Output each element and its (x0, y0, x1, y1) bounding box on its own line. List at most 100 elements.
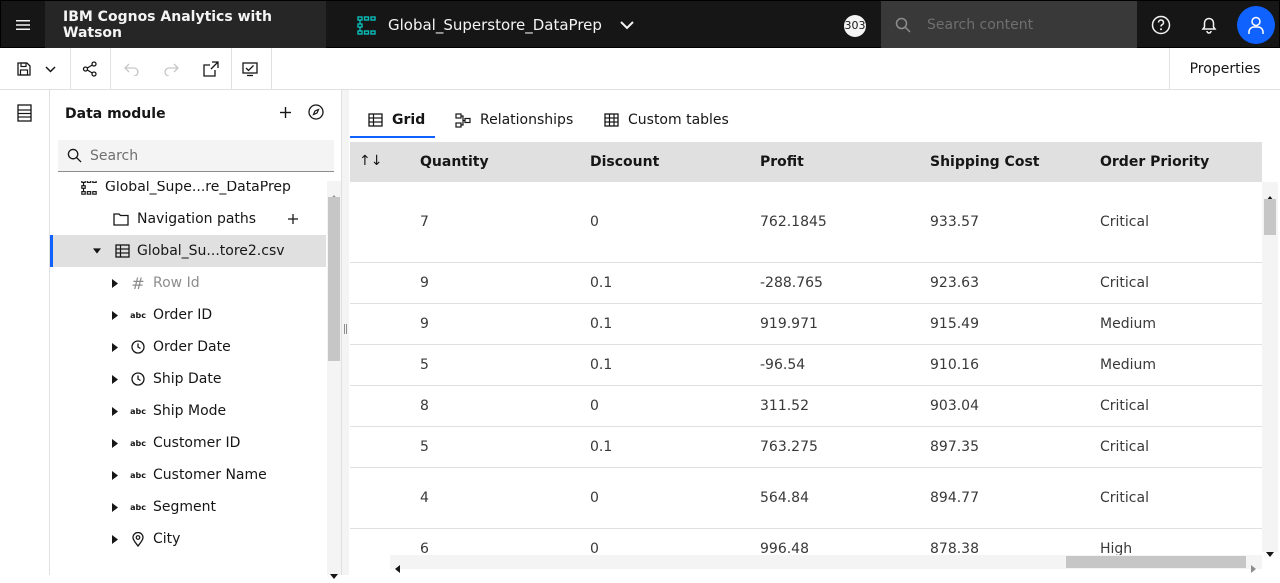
table-cell: Critical (1100, 490, 1149, 506)
tree-item-column[interactable]: abc Order ID (50, 299, 326, 331)
notification-count-badge[interactable]: 303 (844, 15, 866, 37)
caret-right-icon[interactable] (112, 342, 120, 352)
tree-item-navigation-paths[interactable]: Navigation paths (50, 203, 326, 235)
tab-custom-tables[interactable]: Custom tables (604, 102, 729, 138)
tree-item-label: Customer Name (153, 467, 267, 483)
redo-icon[interactable] (159, 48, 183, 90)
dataset-switcher[interactable]: Global_Superstore_DataPrep (357, 1, 634, 49)
panel-search-input[interactable] (90, 147, 310, 164)
table-cell: 903.04 (930, 398, 979, 414)
table-row[interactable]: 9 0.1 -288.765 923.63 Critical (350, 263, 1262, 304)
caret-right-icon[interactable] (112, 502, 120, 512)
table-cell: 311.52 (760, 398, 809, 414)
table-row[interactable]: 5 0.1 -96.54 910.16 Medium (350, 345, 1262, 386)
caret-right-icon[interactable] (112, 374, 120, 384)
grid-vertical-scrollbar[interactable] (1262, 182, 1278, 557)
grid-icon (368, 113, 383, 127)
table-row[interactable]: 6 0 996.48 878.38 High (350, 529, 1262, 555)
caret-right-icon[interactable] (112, 534, 120, 544)
tree-item-module[interactable]: Global_Supe...re_DataPrep (50, 181, 326, 203)
table-cell: 919.971 (760, 316, 818, 332)
caret-right-icon[interactable] (112, 406, 120, 416)
caret-right-icon[interactable] (112, 438, 120, 448)
chevron-down-icon[interactable] (620, 20, 634, 30)
tree-item-label: Order Date (153, 339, 231, 355)
location-icon (129, 530, 147, 548)
table-cell: 0.1 (590, 316, 613, 332)
data-sources-icon[interactable] (17, 104, 32, 122)
column-header[interactable]: Order Priority (1100, 154, 1209, 170)
validate-icon[interactable] (238, 48, 262, 90)
table-cell: 564.84 (760, 490, 809, 506)
tree-item-column[interactable]: abc Segment (50, 491, 326, 523)
table-cell: Medium (1100, 357, 1156, 373)
notification-bell-icon[interactable] (1185, 1, 1233, 49)
scroll-down-icon[interactable] (1266, 542, 1274, 561)
tab-label: Custom tables (628, 112, 729, 128)
tree-item-column[interactable]: abc Customer Name (50, 459, 326, 491)
abc-icon: abc (130, 310, 146, 320)
table-cell: 5 (420, 439, 429, 455)
table-row[interactable]: 8 0 311.52 903.04 Critical (350, 386, 1262, 427)
scroll-down-icon[interactable] (330, 564, 338, 583)
scrollbar-thumb[interactable] (1066, 556, 1246, 568)
caret-right-icon[interactable] (112, 470, 120, 480)
tree-item-label: Segment (153, 499, 216, 515)
table-cell: 0 (590, 398, 599, 414)
save-icon[interactable] (14, 48, 34, 90)
table-cell: 9 (420, 316, 429, 332)
column-header[interactable]: Discount (590, 154, 659, 170)
column-header[interactable]: Quantity (420, 154, 489, 170)
scroll-right-icon[interactable] (1251, 558, 1256, 577)
toolbar-divider (231, 48, 232, 90)
app-name[interactable]: IBM Cognos Analytics with Watson (45, 1, 326, 49)
toolbar-divider (70, 48, 71, 90)
tree-item-column[interactable]: Ship Date (50, 363, 326, 395)
table-cell: 0.1 (590, 275, 613, 291)
search-input[interactable] (927, 17, 1107, 33)
share-icon[interactable] (78, 48, 102, 90)
scrollbar-thumb[interactable] (328, 197, 340, 361)
grid-horizontal-scrollbar[interactable] (390, 555, 1262, 573)
user-avatar-icon[interactable] (1237, 6, 1275, 44)
caret-right-icon[interactable] (112, 278, 120, 288)
tree-item-column[interactable]: # Row Id (50, 267, 326, 299)
help-icon[interactable] (1137, 1, 1185, 49)
column-header[interactable]: Shipping Cost (930, 154, 1039, 170)
save-menu-chevron-icon[interactable] (40, 48, 60, 90)
menu-icon[interactable] (1, 1, 45, 49)
panel-splitter[interactable] (341, 90, 349, 575)
search-bar[interactable] (881, 1, 1137, 49)
tree-item-column[interactable]: abc Customer ID (50, 427, 326, 459)
tree-item-label: Row Id (153, 275, 200, 291)
table-row[interactable]: 5 0.1 763.275 897.35 Critical (350, 427, 1262, 468)
tab-relationships[interactable]: Relationships (455, 102, 573, 138)
tree-item-column[interactable]: abc Ship Mode (50, 395, 326, 427)
panel-scrollbar[interactable] (327, 181, 341, 579)
table-row[interactable]: 9 0.1 919.971 915.49 Medium (350, 304, 1262, 345)
tree-item-label: Global_Supe...re_DataPrep (105, 181, 291, 195)
compass-icon[interactable] (308, 104, 324, 120)
launch-icon[interactable] (199, 48, 223, 90)
tab-grid[interactable]: Grid (368, 102, 425, 138)
splitter-handle-icon[interactable] (344, 324, 347, 334)
table-row[interactable]: 7 0 762.1845 933.57 Critical (350, 182, 1262, 263)
properties-button[interactable]: Properties (1169, 48, 1280, 90)
table-cell: 933.57 (930, 214, 979, 230)
sort-icon[interactable]: ↑↓ (359, 153, 382, 169)
scroll-left-icon[interactable] (395, 558, 400, 577)
caret-down-icon[interactable] (93, 247, 101, 255)
column-header[interactable]: Profit (760, 154, 804, 170)
add-icon[interactable] (276, 102, 294, 122)
caret-right-icon[interactable] (112, 310, 120, 320)
panel-search[interactable] (58, 140, 334, 172)
table-row[interactable]: 4 0 564.84 894.77 Critical (350, 468, 1262, 529)
abc-icon: abc (130, 406, 146, 416)
table-cell: 763.275 (760, 439, 818, 455)
undo-icon[interactable] (120, 48, 144, 90)
scrollbar-thumb[interactable] (1264, 199, 1276, 235)
tree-item-column[interactable]: Order Date (50, 331, 326, 363)
tree-item-table[interactable]: Global_Su...tore2.csv (50, 235, 326, 267)
add-navigation-path-icon[interactable] (284, 210, 302, 228)
tree-item-column[interactable]: City (50, 523, 326, 555)
